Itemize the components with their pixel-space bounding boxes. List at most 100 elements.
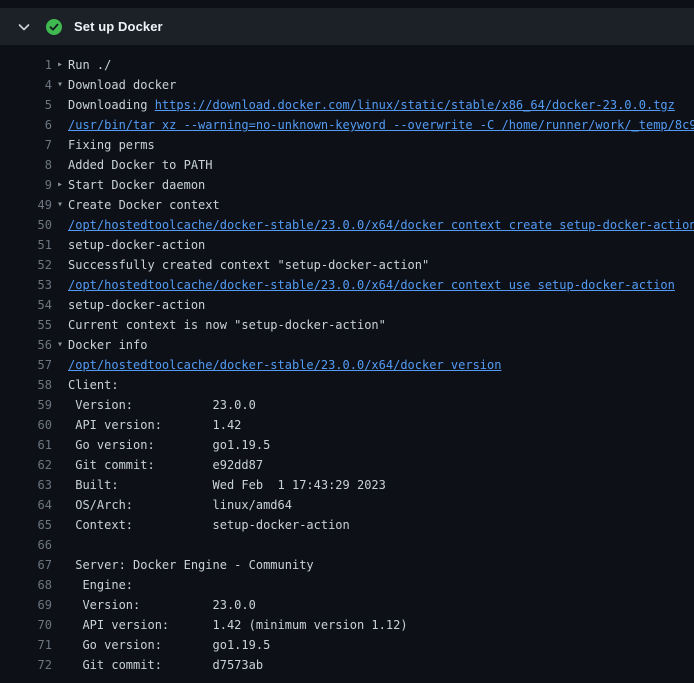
log-line[interactable]: 7 Fixing perms xyxy=(0,135,694,155)
log-line[interactable]: 61 Go version: go1.19.5 xyxy=(0,435,694,455)
log-line[interactable]: 66 xyxy=(0,535,694,555)
log-text: Docker info xyxy=(68,335,147,355)
log-text: Successfully created context "setup-dock… xyxy=(68,255,429,275)
log-plain-text: Context: setup-docker-action xyxy=(68,518,350,532)
log-line[interactable]: 72 Git commit: d7573ab xyxy=(0,655,694,675)
log-text: setup-docker-action xyxy=(68,295,205,315)
log-line[interactable]: 5 Downloading https://download.docker.com… xyxy=(0,95,694,115)
line-number[interactable]: 70 xyxy=(0,615,52,635)
line-number[interactable]: 66 xyxy=(0,535,52,555)
line-number[interactable]: 52 xyxy=(0,255,52,275)
log-text: Create Docker context xyxy=(68,195,220,215)
line-number[interactable]: 5 xyxy=(0,95,52,115)
line-number[interactable]: 59 xyxy=(0,395,52,415)
log-plain-text: Fixing perms xyxy=(68,138,155,152)
log-line[interactable]: 50/opt/hostedtoolcache/docker-stable/23.… xyxy=(0,215,694,235)
step-header[interactable]: Set up Docker xyxy=(0,8,694,45)
log-command-text: /opt/hostedtoolcache/docker-stable/23.0.… xyxy=(68,278,675,292)
line-number[interactable]: 7 xyxy=(0,135,52,155)
line-number[interactable]: 57 xyxy=(0,355,52,375)
gutter-spacer xyxy=(52,295,68,315)
group-expanded-arrow-icon[interactable]: ▾ xyxy=(52,75,68,95)
log-line[interactable]: 69 Version: 23.0.0 xyxy=(0,595,694,615)
line-number[interactable]: 53 xyxy=(0,275,52,295)
line-number[interactable]: 60 xyxy=(0,415,52,435)
line-number[interactable]: 69 xyxy=(0,595,52,615)
log-text: Git commit: e92dd87 xyxy=(68,455,263,475)
line-number[interactable]: 9 xyxy=(0,175,52,195)
gutter-spacer xyxy=(52,395,68,415)
log-line[interactable]: 70 API version: 1.42 (minimum version 1.… xyxy=(0,615,694,635)
line-number[interactable]: 64 xyxy=(0,495,52,515)
log-line[interactable]: 62 Git commit: e92dd87 xyxy=(0,455,694,475)
log-line[interactable]: 67 Server: Docker Engine - Community xyxy=(0,555,694,575)
log-line[interactable]: 64 OS/Arch: linux/amd64 xyxy=(0,495,694,515)
group-collapsed-arrow-icon[interactable]: ▸ xyxy=(52,55,68,75)
log-line[interactable]: 1▸Run ./ xyxy=(0,55,694,75)
line-number[interactable]: 1 xyxy=(0,55,52,75)
log-line[interactable]: 54 setup-docker-action xyxy=(0,295,694,315)
log-text: Downloading https://download.docker.com/… xyxy=(68,95,675,115)
line-number[interactable]: 65 xyxy=(0,515,52,535)
log-text: OS/Arch: linux/amd64 xyxy=(68,495,292,515)
line-number[interactable]: 61 xyxy=(0,435,52,455)
log-line[interactable]: 68 Engine: xyxy=(0,575,694,595)
log-line[interactable]: 53/opt/hostedtoolcache/docker-stable/23.… xyxy=(0,275,694,295)
log-line[interactable]: 9▸Start Docker daemon xyxy=(0,175,694,195)
line-number[interactable]: 8 xyxy=(0,155,52,175)
log-line[interactable]: 57/opt/hostedtoolcache/docker-stable/23.… xyxy=(0,355,694,375)
group-expanded-arrow-icon[interactable]: ▾ xyxy=(52,335,68,355)
log-line[interactable]: 49▾Create Docker context xyxy=(0,195,694,215)
log-text: Added Docker to PATH xyxy=(68,155,213,175)
group-collapsed-arrow-icon[interactable]: ▸ xyxy=(52,175,68,195)
log-line[interactable]: 60 API version: 1.42 xyxy=(0,415,694,435)
line-number[interactable]: 55 xyxy=(0,315,52,335)
line-number[interactable]: 67 xyxy=(0,555,52,575)
line-number[interactable]: 51 xyxy=(0,235,52,255)
gutter-spacer xyxy=(52,155,68,175)
log-line[interactable]: 58Client: xyxy=(0,375,694,395)
log-line[interactable]: 59 Version: 23.0.0 xyxy=(0,395,694,415)
log-link[interactable]: https://download.docker.com/linux/static… xyxy=(155,98,675,112)
log-line[interactable]: 63 Built: Wed Feb 1 17:43:29 2023 xyxy=(0,475,694,495)
log-text: Current context is now "setup-docker-act… xyxy=(68,315,386,335)
line-number[interactable]: 72 xyxy=(0,655,52,675)
line-number[interactable]: 4 xyxy=(0,75,52,95)
line-number[interactable]: 56 xyxy=(0,335,52,355)
gutter-spacer xyxy=(52,375,68,395)
gutter-spacer xyxy=(52,535,68,555)
line-number[interactable]: 71 xyxy=(0,635,52,655)
log-line[interactable]: 56▾Docker info xyxy=(0,335,694,355)
line-number[interactable]: 54 xyxy=(0,295,52,315)
log-text: Go version: go1.19.5 xyxy=(68,435,270,455)
log-line[interactable]: 71 Go version: go1.19.5 xyxy=(0,635,694,655)
log-text: Fixing perms xyxy=(68,135,155,155)
log-line[interactable]: 51setup-docker-action xyxy=(0,235,694,255)
log-plain-text: Version: 23.0.0 xyxy=(68,598,256,612)
log-line[interactable]: 6/usr/bin/tar xz --warning=no-unknown-ke… xyxy=(0,115,694,135)
group-expanded-arrow-icon[interactable]: ▾ xyxy=(52,195,68,215)
gutter-spacer xyxy=(52,435,68,455)
log-plain-text: Go version: go1.19.5 xyxy=(68,438,270,452)
line-number[interactable]: 68 xyxy=(0,575,52,595)
log-plain-text: API version: 1.42 (minimum version 1.12) xyxy=(68,618,408,632)
line-number[interactable]: 49 xyxy=(0,195,52,215)
gutter-spacer xyxy=(52,355,68,375)
line-number[interactable]: 58 xyxy=(0,375,52,395)
gutter-spacer xyxy=(52,495,68,515)
actions-log-viewer: Set up Docker 1▸Run ./4▾Download docker5… xyxy=(0,0,694,683)
line-number[interactable]: 63 xyxy=(0,475,52,495)
log-line[interactable]: 4▾Download docker xyxy=(0,75,694,95)
log-line[interactable]: 65 Context: setup-docker-action xyxy=(0,515,694,535)
log-line[interactable]: 52 Successfully created context "setup-do… xyxy=(0,255,694,275)
gutter-spacer xyxy=(52,115,68,135)
line-number[interactable]: 50 xyxy=(0,215,52,235)
step-title: Set up Docker xyxy=(74,19,163,34)
log-text: Context: setup-docker-action xyxy=(68,515,350,535)
log-line[interactable]: 55 Current context is now "setup-docker-a… xyxy=(0,315,694,335)
log-line[interactable]: 8 Added Docker to PATH xyxy=(0,155,694,175)
gutter-spacer xyxy=(52,515,68,535)
line-number[interactable]: 62 xyxy=(0,455,52,475)
line-number[interactable]: 6 xyxy=(0,115,52,135)
chevron-down-icon[interactable] xyxy=(16,19,32,35)
